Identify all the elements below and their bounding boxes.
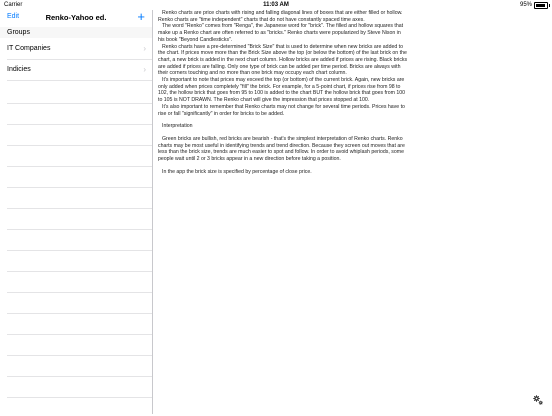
divider xyxy=(7,208,152,209)
chevron-right-icon: › xyxy=(143,44,146,53)
battery-percent: 95% xyxy=(519,2,532,8)
divider xyxy=(7,271,152,272)
paragraph: It's important to note that prices may e… xyxy=(158,77,406,104)
paragraph: Renko charts have a pre-determined "Bric… xyxy=(158,43,408,77)
battery-indicator: 95% xyxy=(519,0,550,10)
divider xyxy=(7,292,152,293)
divider xyxy=(7,103,152,104)
paragraph: In the app the brick size is specified b… xyxy=(162,168,312,175)
divider xyxy=(7,166,152,167)
divider xyxy=(7,376,152,377)
paragraph: Renko charts are price charts with risin… xyxy=(158,10,403,23)
divider xyxy=(7,397,152,398)
nav-title: Renko-Yahoo ed. xyxy=(45,13,107,22)
article-text: Renko charts are price charts with risin… xyxy=(158,10,408,175)
clock: 11:03 AM xyxy=(263,2,289,8)
section-heading: Interpretation xyxy=(162,123,193,130)
chevron-right-icon: › xyxy=(143,65,146,74)
battery-icon xyxy=(534,1,550,9)
list-item-label: Indicies xyxy=(7,66,31,73)
status-bar: Carrier 11:03 AM 95% xyxy=(0,0,552,10)
section-header: Groups xyxy=(0,27,152,38)
divider xyxy=(7,229,152,230)
gear-icon[interactable] xyxy=(532,394,544,406)
divider xyxy=(7,334,152,335)
divider xyxy=(7,80,152,81)
master-panel: Edit Renko-Yahoo ed. + Groups IT Compani… xyxy=(0,9,153,416)
detail-panel: Renko charts are price charts with risin… xyxy=(153,10,552,414)
add-button[interactable]: + xyxy=(137,9,145,25)
divider xyxy=(7,145,152,146)
divider xyxy=(7,313,152,314)
paragraph: The word "Renko" comes from "Renga", the… xyxy=(158,23,404,43)
empty-table-rows xyxy=(0,86,152,416)
divider xyxy=(7,250,152,251)
navigation-bar: Edit Renko-Yahoo ed. + xyxy=(0,9,152,27)
paragraph: It's also important to remember that Ren… xyxy=(158,103,405,117)
divider xyxy=(7,187,152,188)
list-item-indicies[interactable]: Indicies › xyxy=(0,59,152,80)
list-item-label: IT Companies xyxy=(7,45,51,52)
divider xyxy=(7,124,152,125)
list-item-it-companies[interactable]: IT Companies › xyxy=(0,38,152,59)
divider xyxy=(7,355,152,356)
paragraph: Green bricks are bullish, red bricks are… xyxy=(158,135,405,163)
